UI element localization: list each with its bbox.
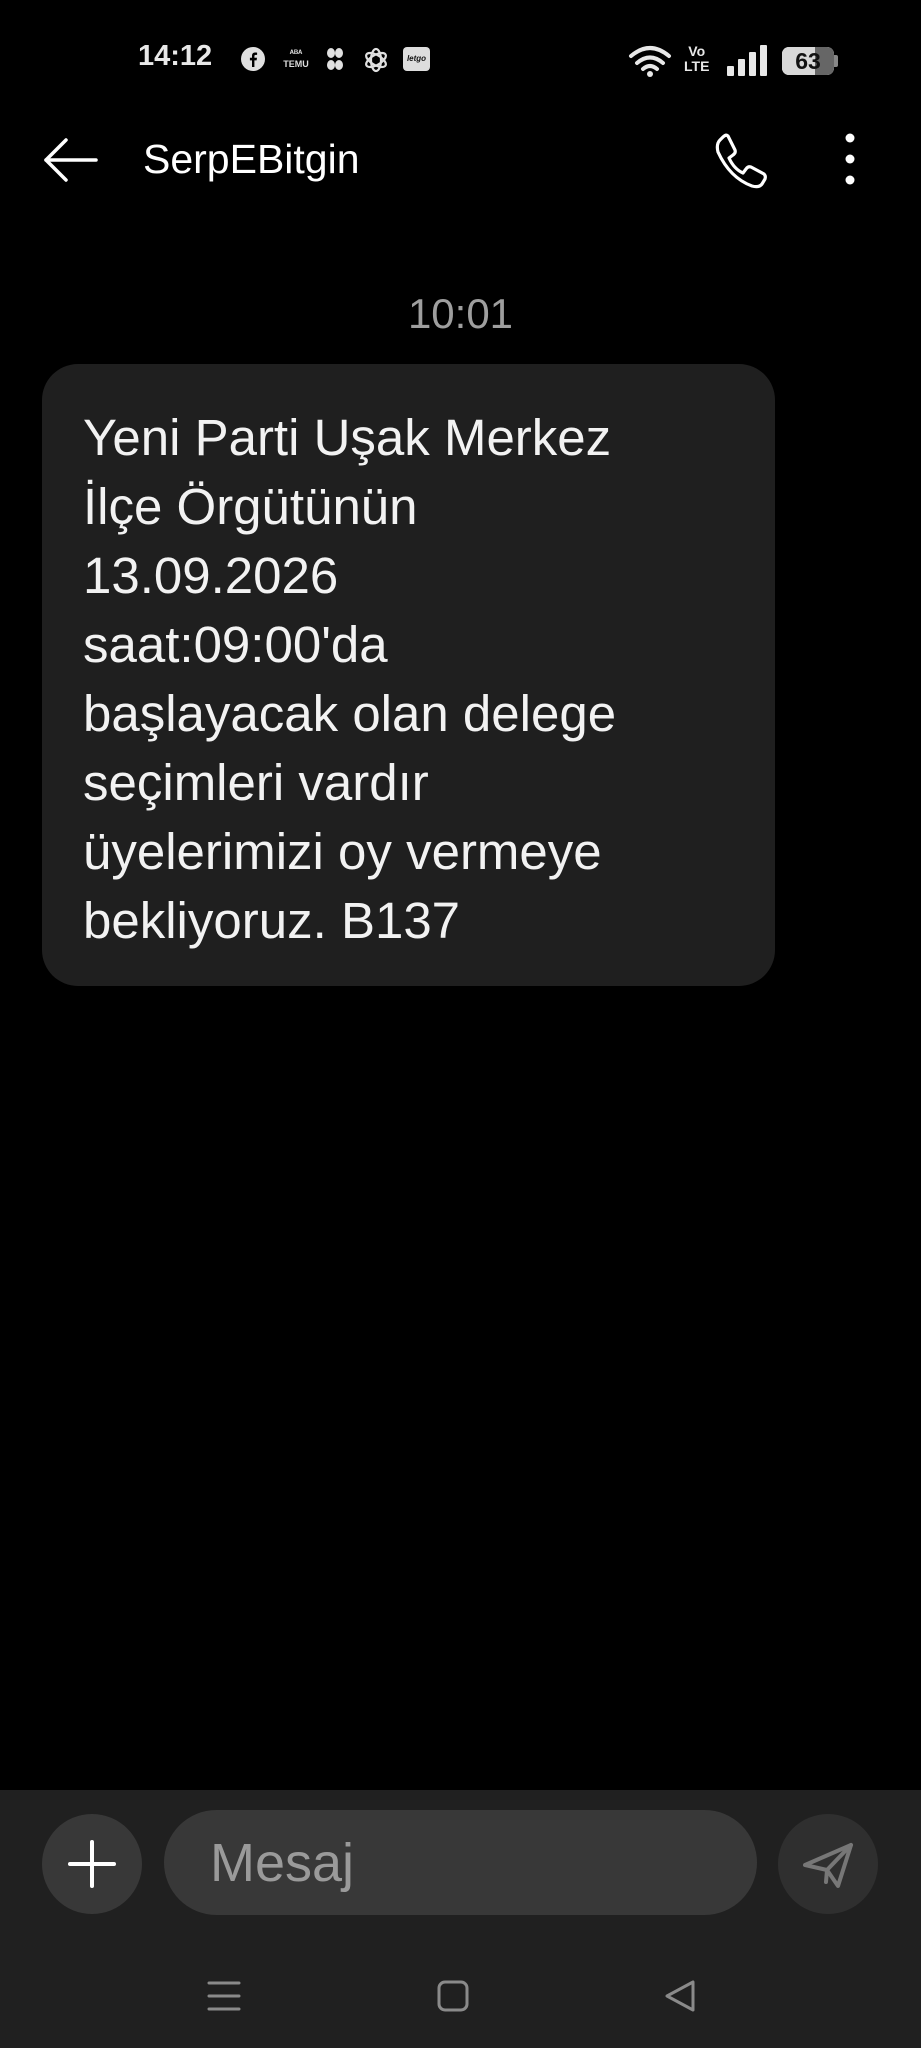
more-vertical-icon: [845, 133, 855, 185]
chatgpt-icon: [362, 46, 390, 74]
signal-icon: [726, 44, 770, 76]
status-bar: 14:12 ᴬᴮᴬ TEMU letgo Vo LTE 63: [0, 0, 921, 120]
back-button[interactable]: [40, 130, 104, 190]
message-text: Yeni Parti Uşak Merkez İlçe Örgütünün 13…: [83, 409, 617, 949]
add-attachment-button[interactable]: [42, 1814, 142, 1914]
volte-label-top: Vo: [688, 43, 706, 59]
letgo-icon: letgo: [403, 47, 430, 71]
plus-icon: [68, 1840, 116, 1888]
message-timestamp: 10:01: [407, 290, 514, 337]
app-leaf-icon: [323, 46, 347, 72]
message-input[interactable]: [164, 1810, 757, 1915]
send-button[interactable]: [778, 1814, 878, 1914]
facebook-icon: [240, 46, 266, 72]
arrow-left-icon: [44, 138, 98, 182]
battery-icon: 63: [782, 47, 834, 75]
send-icon: [803, 1843, 853, 1888]
incoming-message-bubble[interactable]: Yeni Parti Uşak Merkez İlçe Örgütünün 13…: [42, 364, 775, 986]
call-button[interactable]: [708, 128, 772, 192]
battery-level: 63: [795, 48, 821, 74]
more-options-button[interactable]: [830, 130, 870, 190]
menu-icon: [207, 1981, 241, 2011]
temu-label-bottom: TEMU: [283, 59, 309, 69]
home-icon: [437, 1980, 469, 2012]
nav-back-button[interactable]: [651, 1966, 711, 2026]
volte-indicator: Vo LTE: [684, 44, 709, 74]
contact-name[interactable]: SerpEBitgin: [143, 136, 360, 183]
back-triangle-icon: [665, 1980, 695, 2012]
volte-label-bottom: LTE: [684, 58, 710, 74]
temu-icon: ᴬᴮᴬ TEMU: [280, 48, 312, 70]
phone-icon: [715, 133, 767, 189]
home-button[interactable]: [423, 1966, 483, 2026]
temu-label-top: ᴬᴮᴬ: [289, 48, 303, 58]
status-time: 14:12: [138, 40, 213, 72]
letgo-label: letgo: [406, 54, 427, 63]
battery-tip: [834, 55, 838, 67]
recent-apps-button[interactable]: [194, 1966, 254, 2026]
wifi-icon: [627, 44, 673, 78]
